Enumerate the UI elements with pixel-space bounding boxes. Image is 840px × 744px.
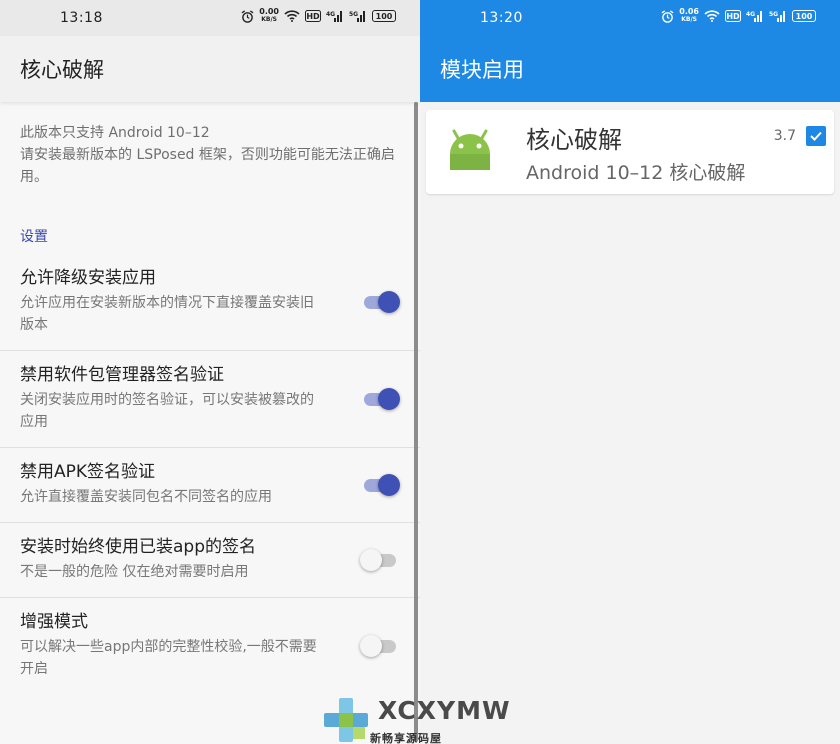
setting-summary: 允许直接覆盖安装同包名不同签名的应用 — [20, 489, 272, 505]
setting-title: 禁用软件包管理器签名验证 — [20, 365, 224, 385]
status-bar: 13:18 0.00 KB/S HD 4G 5G 100 — [0, 0, 420, 36]
scrollbar[interactable] — [414, 102, 418, 742]
battery-icon: 100 — [792, 10, 816, 22]
toggle-switch[interactable] — [360, 634, 398, 658]
setting-title: 安装时始终使用已装app的签名 — [20, 537, 256, 557]
toggle-switch[interactable] — [360, 548, 398, 572]
module-version: 3.7 — [773, 128, 796, 144]
battery-icon: 100 — [372, 10, 396, 22]
page-title: 模块启用 — [420, 36, 840, 102]
module-card[interactable]: 核心破解 Android 10–12 核心破解 3.7 — [426, 110, 834, 194]
net-speed: 0.00 KB/S — [259, 7, 279, 24]
status-bar: 13:20 0.06 KB/S HD 4G 5G 100 — [420, 0, 840, 36]
wifi-icon — [284, 10, 300, 22]
toggle-switch[interactable] — [362, 290, 400, 314]
svg-text:5G: 5G — [769, 11, 778, 18]
net-speed: 0.06 KB/S — [679, 7, 699, 24]
setting-title: 允许降级安装应用 — [20, 268, 156, 288]
checkbox-icon[interactable] — [806, 126, 826, 146]
version-notice: 此版本只支持 Android 10–12 请安装最新版本的 LSPosed 框架… — [0, 102, 420, 204]
watermark-sub: 新畅享源码屋 — [370, 732, 442, 744]
svg-text:4G: 4G — [326, 11, 335, 18]
signal-icon: 4G — [326, 11, 342, 22]
signal-icon: 5G — [769, 11, 785, 22]
setting-summary: 不是一般的危险 仅在绝对需要时启用 — [20, 564, 249, 580]
alarm-icon — [661, 9, 674, 23]
svg-text:5G: 5G — [349, 11, 358, 18]
section-header-settings: 设置 — [20, 229, 48, 245]
watermark: XCXYMW 新畅享源码屋 — [322, 696, 522, 744]
setting-title: 增强模式 — [20, 612, 88, 632]
module-description: Android 10–12 核心破解 — [526, 162, 746, 184]
svg-text:HD: HD — [726, 12, 740, 21]
hd-icon: HD — [305, 10, 321, 22]
setting-enhanced-mode[interactable]: 增强模式 可以解决一些app内部的完整性校验,一般不需要开启 — [0, 598, 420, 694]
page-title: 核心破解 — [0, 36, 420, 102]
setting-disable-pm-signature[interactable]: 禁用软件包管理器签名验证 关闭安装应用时的签名验证，可以安装被篡改的应用 — [0, 351, 420, 448]
setting-summary: 关闭安装应用时的签名验证，可以安装被篡改的应用 — [20, 392, 314, 430]
setting-disable-apk-signature[interactable]: 禁用APK签名验证 允许直接覆盖安装同包名不同签名的应用 — [0, 448, 420, 523]
module-screen: 13:20 0.06 KB/S HD 4G 5G 100 模块启用 核心破解 An… — [420, 0, 840, 744]
setting-use-installed-signature[interactable]: 安装时始终使用已装app的签名 不是一般的危险 仅在绝对需要时启用 — [0, 523, 420, 598]
status-time: 13:20 — [480, 10, 523, 26]
svg-text:HD: HD — [306, 12, 320, 21]
alarm-icon — [241, 9, 254, 23]
module-name: 核心破解 — [526, 126, 622, 154]
setting-summary: 可以解决一些app内部的完整性校验,一般不需要开启 — [20, 639, 317, 677]
wifi-icon — [704, 10, 720, 22]
toggle-switch[interactable] — [362, 387, 400, 411]
signal-icon: 5G — [349, 11, 365, 22]
toggle-switch[interactable] — [362, 473, 400, 497]
signal-icon: 4G — [746, 11, 762, 22]
svg-text:4G: 4G — [746, 11, 755, 18]
status-time: 13:18 — [60, 10, 103, 26]
hd-icon: HD — [725, 10, 741, 22]
android-icon — [450, 129, 490, 170]
settings-list: 允许降级安装应用 允许应用在安装新版本的情况下直接覆盖安装旧版本 禁用软件包管理… — [0, 254, 420, 694]
settings-screen: 13:18 0.00 KB/S HD 4G 5G 100 核心破解 此版本只支持 … — [0, 0, 420, 744]
setting-title: 禁用APK签名验证 — [20, 462, 156, 482]
setting-allow-downgrade[interactable]: 允许降级安装应用 允许应用在安装新版本的情况下直接覆盖安装旧版本 — [0, 254, 420, 351]
setting-summary: 允许应用在安装新版本的情况下直接覆盖安装旧版本 — [20, 295, 314, 333]
watermark-logo-icon — [324, 698, 368, 742]
watermark-brand: XCXYMW — [378, 696, 511, 725]
